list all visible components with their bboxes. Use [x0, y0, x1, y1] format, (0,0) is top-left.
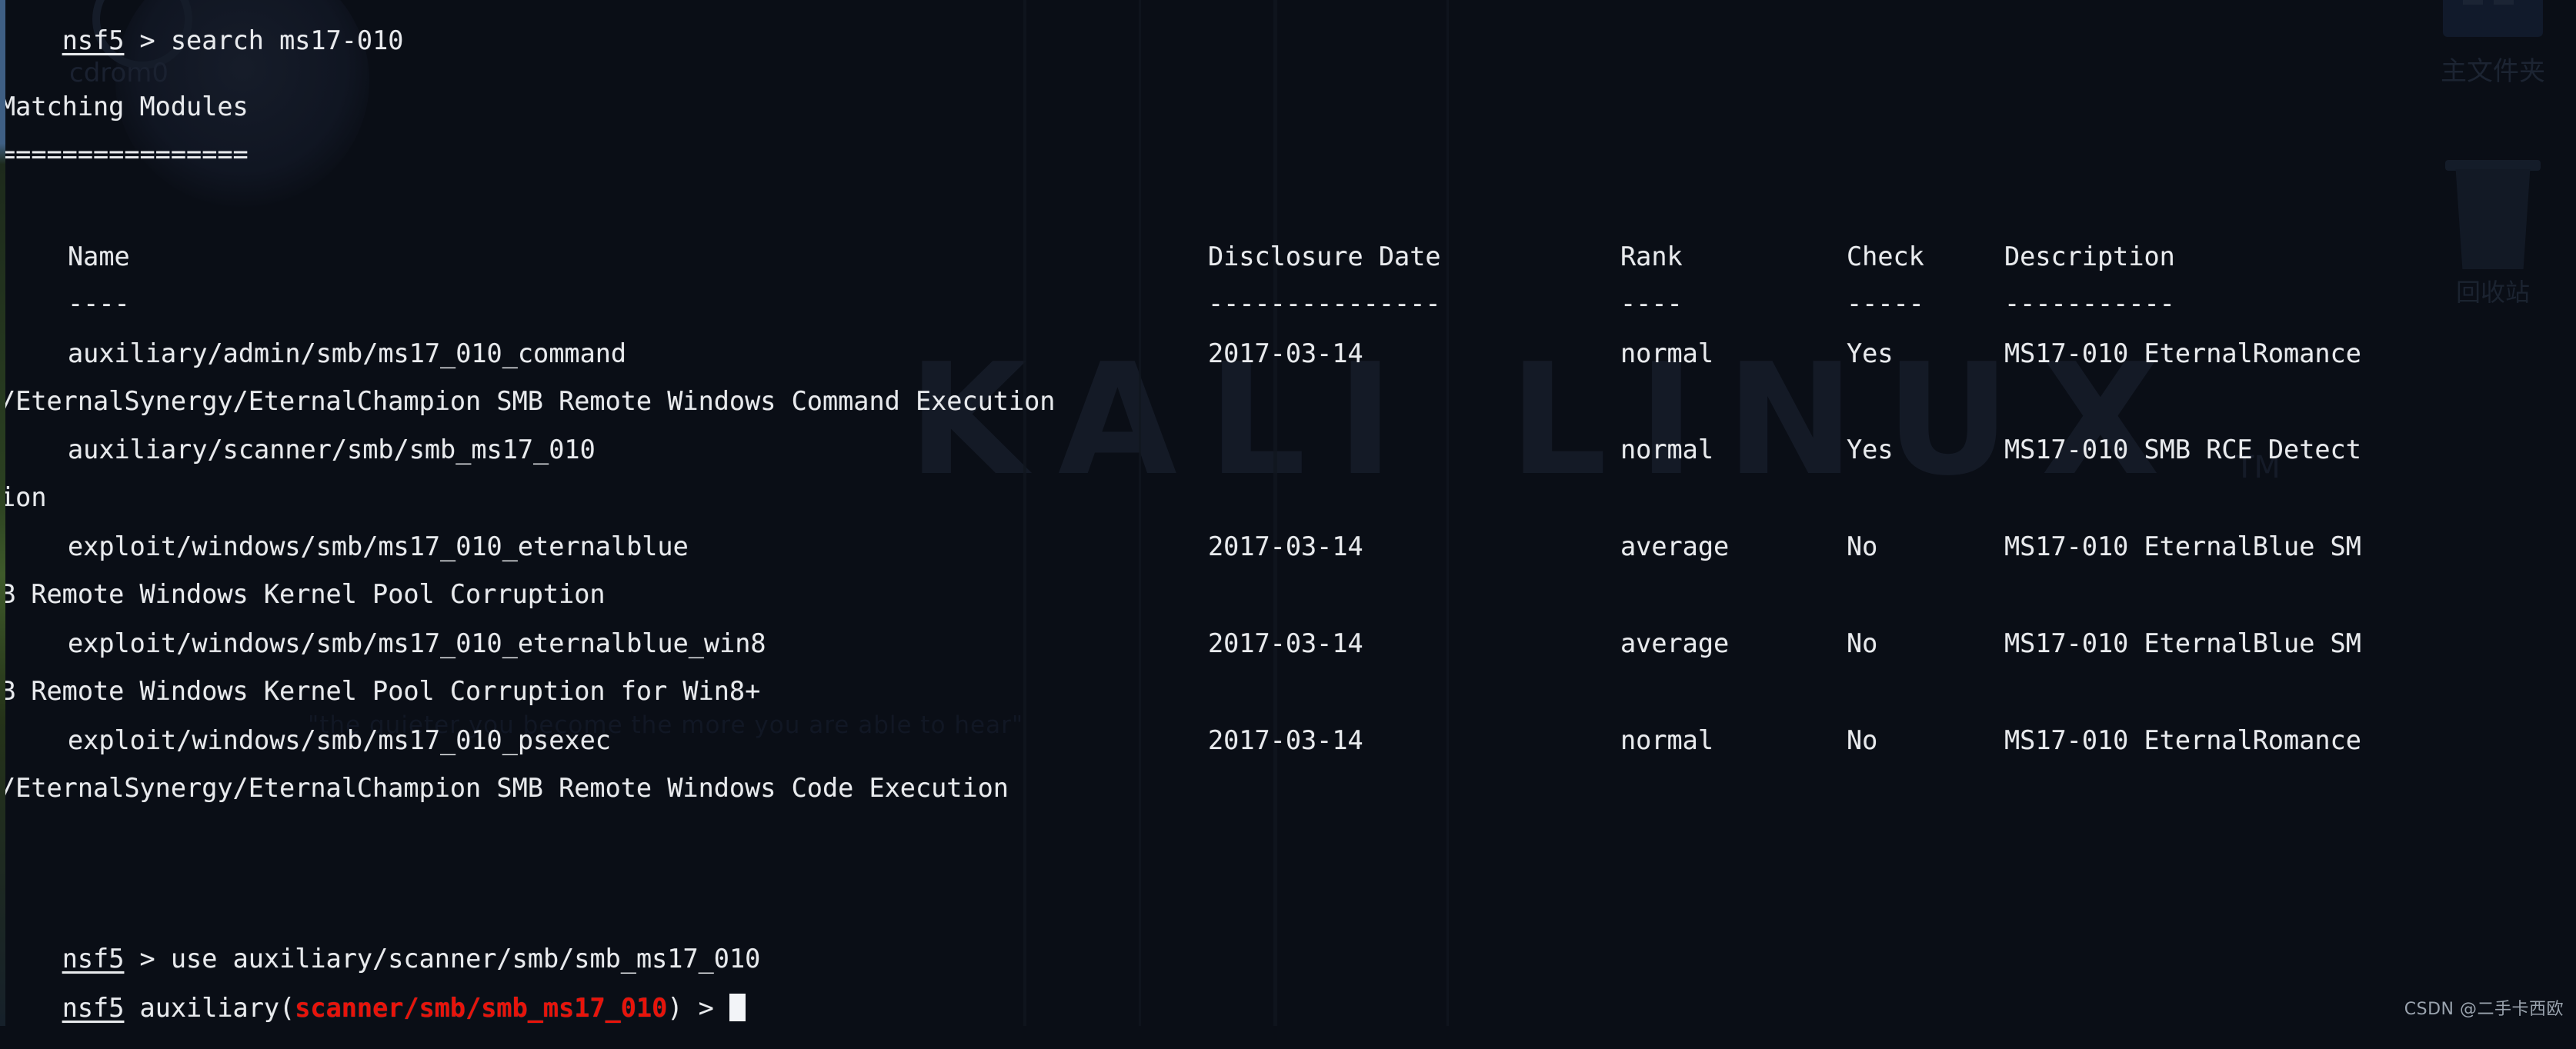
- prompt-separator: >: [124, 25, 171, 55]
- column-header-name: Name: [68, 241, 130, 271]
- column-rule-check: -----: [1847, 288, 1924, 318]
- column-rule-disclosure-date: ---------------: [1208, 288, 1441, 318]
- column-header-disclosure-date: Disclosure Date: [1208, 241, 1441, 271]
- table-row-description: MS17-010 EternalBlue SM: [2004, 628, 2361, 658]
- prompt-context-suffix: ) >: [667, 992, 729, 1023]
- table-row-check: Yes: [1847, 338, 1894, 368]
- table-row-date: 2017-03-14: [1208, 628, 1363, 658]
- table-row-description-wrap: /EternalSynergy/EternalChampion SMB Remo…: [0, 773, 1009, 803]
- column-rule-name: ----: [68, 288, 130, 318]
- column-rule-rank: ----: [1620, 288, 1683, 318]
- table-row-check: No: [1847, 725, 1878, 755]
- table-row-rank: normal: [1620, 435, 1714, 465]
- table-row-rank: normal: [1620, 725, 1714, 755]
- matching-modules-rule: ================: [0, 139, 249, 169]
- table-row-rank: average: [1620, 531, 1730, 561]
- active-module-name: scanner/smb/smb_ms17_010: [295, 992, 668, 1023]
- table-row: exploit/windows/smb/ms17_010_eternalblue…: [68, 628, 766, 658]
- column-rule-description: -----------: [2004, 288, 2175, 318]
- matching-modules-heading: Matching Modules: [0, 92, 249, 122]
- table-row-description: MS17-010 SMB RCE Detect: [2004, 435, 2361, 465]
- column-header-rank: Rank: [1620, 241, 1683, 271]
- table-row-description-wrap: B Remote Windows Kernel Pool Corruption …: [0, 676, 761, 706]
- column-header-check: Check: [1847, 241, 1924, 271]
- window-left-edge: [0, 0, 5, 1026]
- table-row-description: MS17-010 EternalRomance: [2004, 338, 2361, 368]
- table-row-rank: average: [1620, 628, 1730, 658]
- table-row-check: Yes: [1847, 435, 1894, 465]
- table-row-description: MS17-010 EternalBlue SM: [2004, 531, 2361, 561]
- column-header-description: Description: [2004, 241, 2175, 271]
- prompt-host: nsf5: [62, 992, 125, 1023]
- prompt-host: nsf5: [62, 25, 125, 55]
- command-search: search ms17-010: [170, 25, 404, 55]
- table-row-description: MS17-010 EternalRomance: [2004, 725, 2361, 755]
- text-cursor[interactable]: [729, 993, 746, 1021]
- table-row-date: 2017-03-14: [1208, 531, 1363, 561]
- prompt-context-prefix: auxiliary(: [124, 992, 295, 1023]
- table-row-check: No: [1847, 531, 1878, 561]
- table-row-date: 2017-03-14: [1208, 725, 1363, 755]
- terminal-output[interactable]: nsf5 > search ms17-010 Matching Modules …: [0, 0, 2576, 1026]
- table-row: auxiliary/scanner/smb/smb_ms17_010: [68, 435, 596, 465]
- table-row-rank: normal: [1620, 338, 1714, 368]
- table-row-date: 2017-03-14: [1208, 338, 1363, 368]
- table-row: auxiliary/admin/smb/ms17_010_command: [68, 338, 627, 368]
- csdn-watermark: CSDN @二手卡西欧: [2404, 1000, 2564, 1019]
- table-row: exploit/windows/smb/ms17_010_psexec: [68, 725, 611, 755]
- table-row-description-wrap: /EternalSynergy/EternalChampion SMB Remo…: [0, 386, 1056, 416]
- table-row-description-wrap: B Remote Windows Kernel Pool Corruption: [0, 579, 606, 609]
- table-row-check: No: [1847, 628, 1878, 658]
- table-row-description-wrap: ion: [0, 482, 47, 512]
- table-row: exploit/windows/smb/ms17_010_eternalblue: [68, 531, 689, 561]
